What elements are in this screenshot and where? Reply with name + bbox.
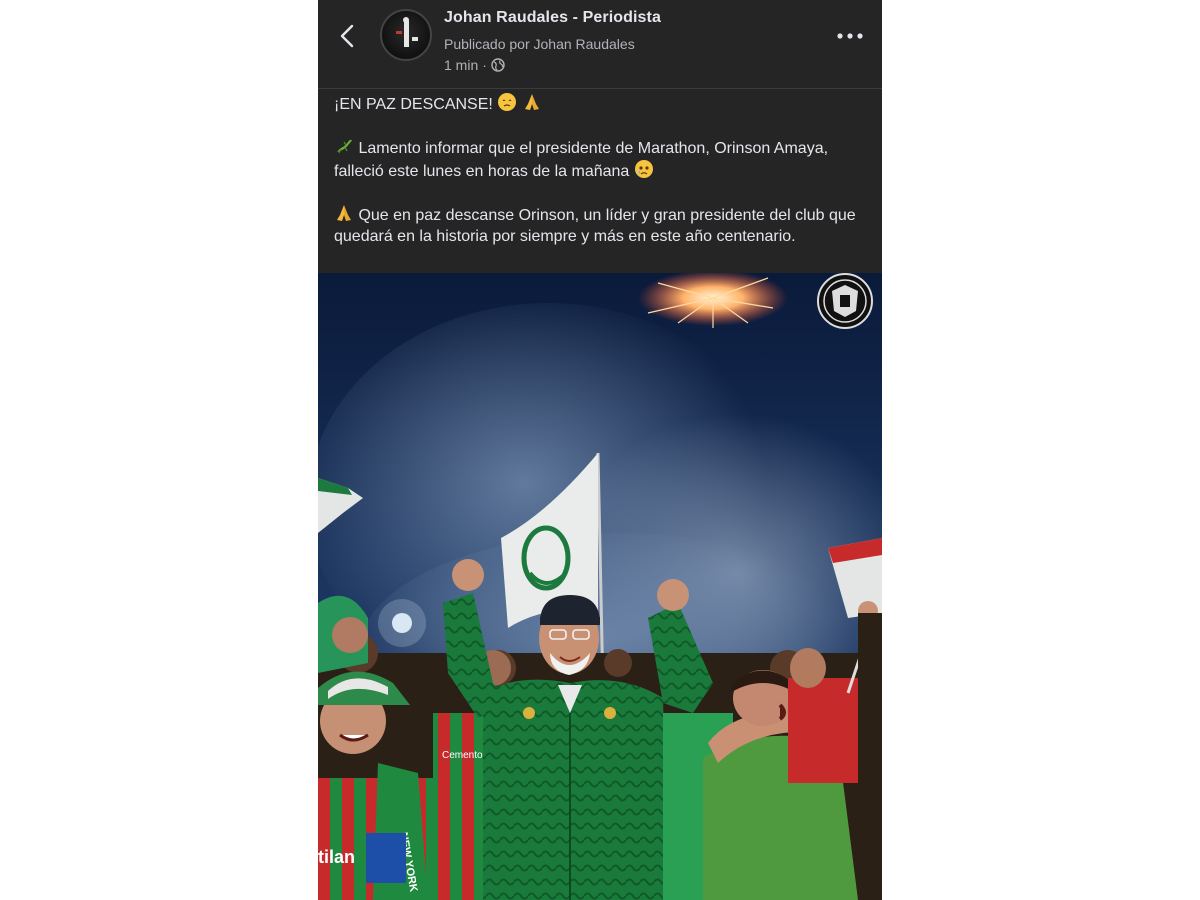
- post-photo[interactable]: NEW YORK tilan Cementos: [318, 273, 882, 900]
- post-headline: ¡EN PAZ DESCANSE!: [334, 96, 493, 113]
- paragraph-2-text: Que en paz descanse Orinson, un líder y …: [334, 207, 856, 245]
- globe-icon: [491, 58, 505, 72]
- praying-hands-emoji: [524, 94, 539, 110]
- paragraph-1-text: Lamento informar que el presidente de Ma…: [334, 140, 829, 180]
- meta-separator: ·: [482, 57, 487, 73]
- post-paragraph-1: Lamento informar que el presidente de Ma…: [334, 136, 870, 182]
- post-headline-line: ¡EN PAZ DESCANSE!: [334, 92, 870, 115]
- avatar-logo-icon: [396, 17, 418, 47]
- facebook-post-view: Johan Raudales - Periodista Publicado po…: [318, 0, 882, 900]
- sad-face-emoji: [498, 93, 517, 111]
- back-button[interactable]: [336, 18, 360, 54]
- club-crest-icon: [817, 273, 873, 329]
- page-name[interactable]: Johan Raudales - Periodista: [444, 9, 661, 27]
- more-options-button[interactable]: [834, 24, 866, 48]
- post-body: ¡EN PAZ DESCANSE! Lamento informar que e…: [334, 92, 870, 247]
- post-header: Johan Raudales - Periodista Publicado po…: [318, 0, 882, 89]
- celebration-photo: NEW YORK tilan Cementos: [318, 273, 882, 900]
- praying-hands-emoji: [337, 205, 351, 221]
- jersey-text-tilan: tilan: [318, 847, 355, 867]
- post-paragraph-2: Que en paz descanse Orinson, un líder y …: [334, 203, 870, 247]
- crying-face-emoji: [634, 160, 653, 178]
- jersey-text-cementos: Cementos: [442, 750, 488, 761]
- more-dots-icon: [837, 33, 863, 39]
- posted-by-label: Publicado por Johan Raudales: [444, 36, 635, 52]
- post-meta: 1 min ·: [444, 57, 505, 73]
- avatar[interactable]: [380, 9, 432, 61]
- lizard-emoji: [337, 139, 352, 154]
- post-time[interactable]: 1 min: [444, 57, 478, 73]
- chevron-left-icon: [340, 24, 354, 48]
